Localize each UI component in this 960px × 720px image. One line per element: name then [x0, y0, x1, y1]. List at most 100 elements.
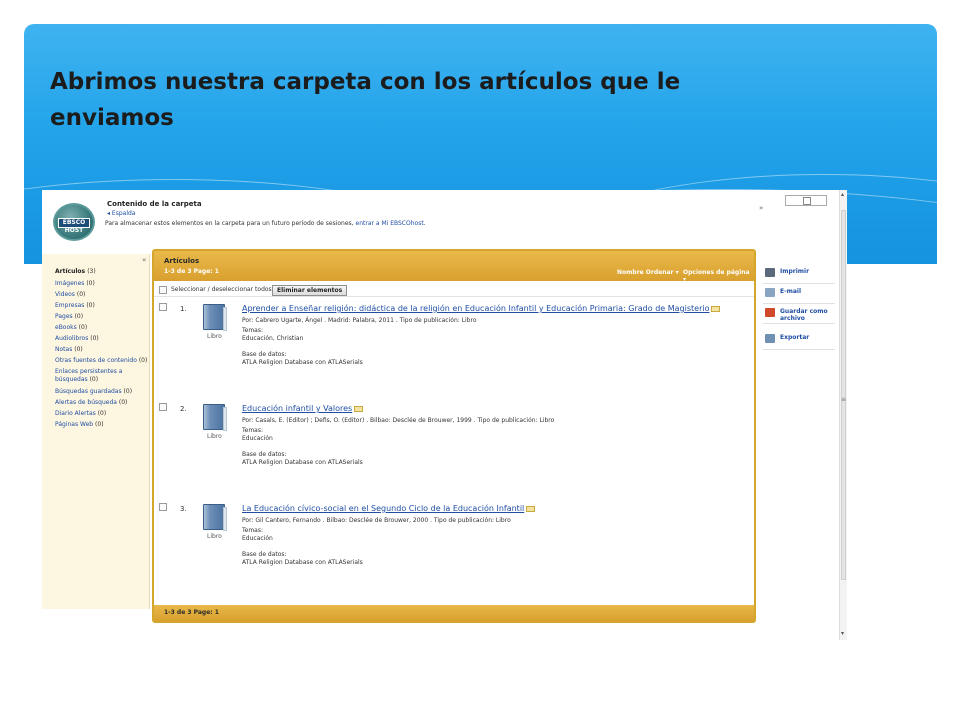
- panel-header: Artículos 1-3 de 3 Page: 1 Nombre Ordena…: [154, 251, 754, 283]
- folder-item-icon[interactable]: [711, 305, 721, 312]
- tool-email[interactable]: E-mail: [763, 286, 835, 304]
- sidebar-item-label: Artículos: [55, 268, 86, 275]
- select-all-checkbox[interactable]: [159, 286, 167, 294]
- slide: Abrimos nuestra carpeta con los artículo…: [0, 0, 960, 720]
- folder-item-icon[interactable]: [526, 505, 536, 512]
- sidebar-item-count: (0): [123, 388, 133, 395]
- sidebar-item[interactable]: Diario Alertas (0): [55, 410, 106, 417]
- tool-export[interactable]: Exportar: [763, 332, 835, 350]
- scrollbar-thumb[interactable]: [841, 210, 846, 580]
- delete-items-button[interactable]: Eliminar elementos: [272, 285, 348, 296]
- tool-label: Imprimir: [780, 268, 809, 275]
- database-label: Base de datos:: [242, 451, 287, 458]
- tool-label-line1: Exportar: [780, 334, 810, 341]
- topics-value: Educación, Christian: [242, 335, 304, 342]
- sidebar-item-count: (0): [89, 376, 99, 383]
- tool-label: E-mail: [780, 288, 801, 295]
- sidebar-item[interactable]: Páginas Web (0): [55, 421, 104, 428]
- sidebar-item-count: (0): [90, 335, 99, 342]
- result-byline: Por: Gil Cantero, Fernando . Bilbao: Des…: [242, 517, 511, 524]
- broken-image-icon: [803, 197, 811, 205]
- topics-value: Educación: [242, 435, 273, 442]
- result-checkbox[interactable]: [159, 303, 167, 311]
- vertical-scrollbar[interactable]: ▴ ≡ ▾: [839, 190, 847, 640]
- back-link[interactable]: ◂ Espalda: [107, 210, 135, 217]
- sidebar-item[interactable]: eBooks (0): [55, 324, 87, 331]
- sidebar-item[interactable]: Audiolibros (0): [55, 335, 99, 342]
- result-item: 1. Libro Aprender a Enseñar religión: didá…: [154, 301, 754, 401]
- select-all-label: Seleccionar / deseleccionar todos: [171, 286, 272, 293]
- collapse-tools-icon[interactable]: »: [759, 204, 763, 212]
- book-icon[interactable]: [203, 504, 227, 531]
- panel-pager: 1-3 de 3 Page: 1: [164, 268, 219, 275]
- sidebar-item-count: (0): [86, 302, 95, 309]
- database-label: Base de datos:: [242, 551, 287, 558]
- sort-dropdown[interactable]: Nombre Ordenar ▾: [617, 269, 679, 276]
- sidebar-item[interactable]: Artículos (3): [55, 268, 96, 275]
- sidebar-item-label: Notas: [55, 346, 73, 353]
- book-icon[interactable]: [203, 404, 227, 431]
- store-info: Para almacenar estos elementos en la car…: [105, 220, 426, 227]
- broken-image-box: [785, 195, 827, 206]
- sidebar-item-count: (3): [87, 268, 96, 275]
- folder-item-icon[interactable]: [354, 405, 364, 412]
- result-number: 1.: [180, 305, 187, 313]
- database-value: ATLA Religion Database con ATLASerials: [242, 359, 363, 366]
- store-info-end: .: [423, 220, 426, 227]
- sidebar-item[interactable]: Notas (0): [55, 346, 83, 353]
- sidebar-item-count: (0): [95, 421, 104, 428]
- sidebar-item[interactable]: Imágenes (0): [55, 280, 95, 287]
- save-icon: [765, 308, 775, 317]
- result-item: 2. Libro Educación infantil y Valores Por: …: [154, 401, 754, 501]
- sidebar-item[interactable]: Alertas de búsqueda (0): [55, 399, 127, 406]
- sidebar-item-label: Diario Alertas: [55, 410, 96, 417]
- result-checkbox[interactable]: [159, 503, 167, 511]
- result-checkbox[interactable]: [159, 403, 167, 411]
- sidebar-item-count: (0): [74, 346, 83, 353]
- footer-pager: 1-3 de 3 Page: 1: [164, 609, 219, 616]
- sidebar-item-label: Audiolibros: [55, 335, 89, 342]
- tool-save[interactable]: Guardar como archivo: [763, 306, 835, 324]
- database-value: ATLA Religion Database con ATLASerials: [242, 559, 363, 566]
- back-link-label: Espalda: [111, 210, 136, 217]
- sidebar-item-count: (0): [118, 399, 128, 406]
- sidebar-item-label: Páginas Web: [55, 421, 94, 428]
- sidebar-item-label: Videos: [55, 291, 75, 298]
- result-title-link[interactable]: La Educación cívico-social en el Segundo…: [242, 504, 536, 513]
- tool-label: Exportar: [780, 334, 809, 341]
- sidebar-item[interactable]: Empresas (0): [55, 302, 95, 309]
- sidebar-item-count: (0): [74, 313, 84, 320]
- collapse-sidebar-icon[interactable]: «: [142, 256, 146, 264]
- sidebar-item-count: (0): [76, 291, 86, 298]
- sidebar-item[interactable]: Videos (0): [55, 291, 85, 298]
- sidebar-item[interactable]: Búsquedas guardadas (0): [55, 388, 132, 395]
- result-title-link[interactable]: Aprender a Enseñar religión: didáctica d…: [242, 304, 721, 313]
- articles-panel: Artículos 1-3 de 3 Page: 1 Nombre Ordena…: [152, 249, 756, 623]
- sidebar-item[interactable]: Pages (0): [55, 313, 83, 320]
- tool-label: Guardar como archivo: [780, 308, 828, 322]
- result-item: 3. Libro La Educación cívico-social en el …: [154, 501, 754, 601]
- result-byline: Por: Casals, E. (Editor) ; Defis, O. (Ed…: [242, 417, 555, 424]
- result-title-link[interactable]: Educación infantil y Valores: [242, 404, 364, 413]
- topics-label: Temas:: [242, 427, 264, 434]
- database-value: ATLA Religion Database con ATLASerials: [242, 459, 363, 466]
- ebsco-logo[interactable]: EBSCO HOST: [53, 203, 95, 241]
- store-info-text: Para almacenar estos elementos en la car…: [105, 220, 354, 227]
- my-ebscohost-link[interactable]: entrar a Mi EBSCOhost: [356, 220, 424, 227]
- ebsco-screenshot: EBSCO HOST Contenido de la carpeta ◂ Esp…: [42, 190, 847, 640]
- tool-printer[interactable]: Imprimir: [763, 266, 835, 284]
- book-icon[interactable]: [203, 304, 227, 331]
- result-type: Libro: [207, 333, 222, 340]
- slide-title: Abrimos nuestra carpeta con los artículo…: [50, 69, 681, 131]
- sidebar-item[interactable]: Enlaces persistentes a búsquedas (0): [55, 368, 122, 384]
- sidebar-item-label: Búsquedas guardadas: [55, 388, 122, 395]
- select-row: Seleccionar / deseleccionar todos Elimin…: [154, 281, 754, 297]
- logo-text: EBSCO HOST: [58, 218, 90, 234]
- scroll-down-icon[interactable]: ▾: [841, 630, 844, 637]
- result-title: Educación infantil y Valores: [242, 404, 353, 413]
- scroll-up-icon[interactable]: ▴: [841, 191, 844, 198]
- result-type: Libro: [207, 533, 222, 540]
- result-title: Aprender a Enseñar religión: didáctica d…: [242, 304, 710, 313]
- export-icon: [765, 334, 775, 343]
- sidebar-item[interactable]: Otras fuentes de contenido (0): [55, 357, 147, 364]
